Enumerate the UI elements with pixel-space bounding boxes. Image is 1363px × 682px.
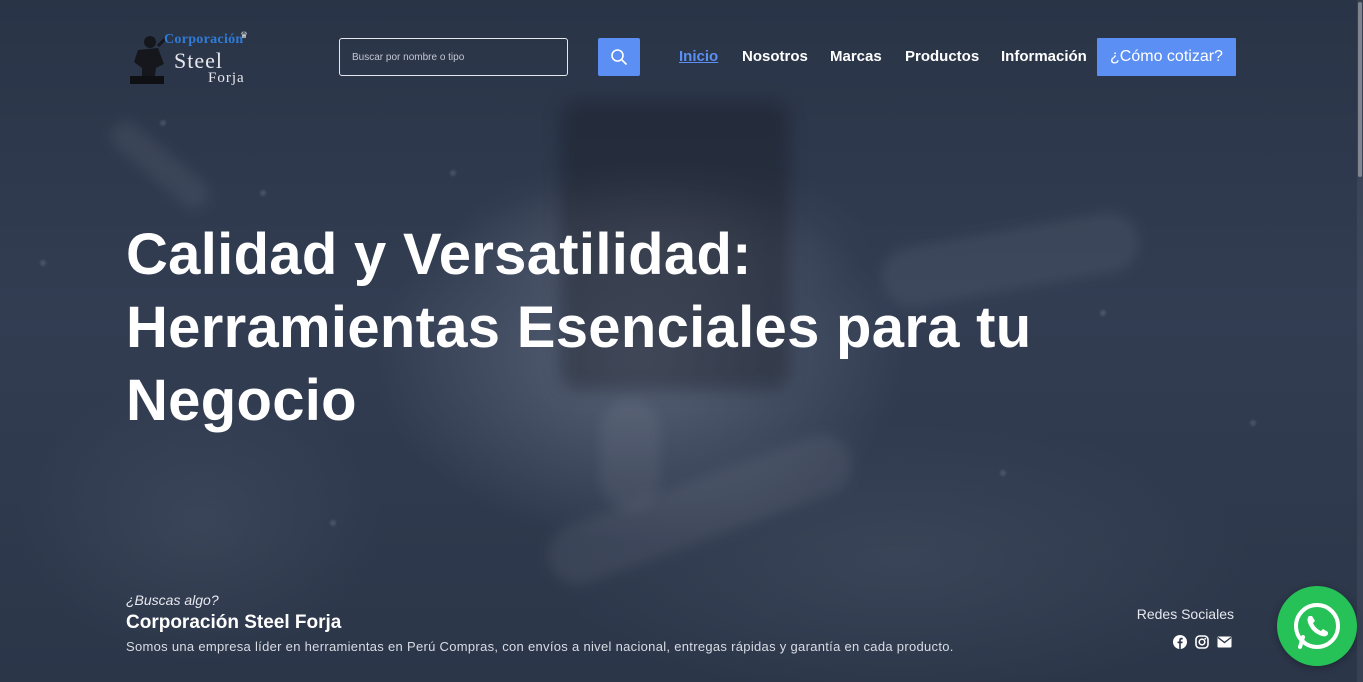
- como-cotizar-button[interactable]: ¿Cómo cotizar?: [1097, 38, 1236, 76]
- hero-title: Calidad y Versatilidad: Herramientas Ese…: [126, 218, 1126, 437]
- page-scrollbar[interactable]: [1357, 0, 1363, 682]
- mail-icon[interactable]: [1216, 634, 1232, 650]
- nav-link-marcas[interactable]: Marcas: [830, 48, 882, 65]
- top-header: ♛ Corporación Steel Forja Inicio Nosotro…: [0, 0, 1363, 110]
- facebook-icon[interactable]: [1172, 634, 1188, 650]
- search-button[interactable]: [598, 38, 640, 76]
- hero-title-line3: Negocio: [126, 368, 357, 433]
- logo-text-line3: Forja: [208, 70, 245, 86]
- company-logo[interactable]: ♛ Corporación Steel Forja: [128, 30, 260, 88]
- scrollbar-thumb[interactable]: [1358, 2, 1362, 177]
- instagram-icon[interactable]: [1194, 634, 1210, 650]
- hero-title-line1: Calidad y Versatilidad:: [126, 222, 752, 287]
- footer-description: Somos una empresa líder en herramientas …: [126, 639, 954, 654]
- search-input[interactable]: [339, 38, 568, 76]
- footer-question: ¿Buscas algo?: [126, 592, 219, 608]
- social-links: [1172, 634, 1232, 650]
- whatsapp-icon: [1294, 602, 1340, 650]
- nav-link-nosotros[interactable]: Nosotros: [742, 48, 808, 65]
- footer-company-name: Corporación Steel Forja: [126, 612, 342, 633]
- social-title: Redes Sociales: [1136, 606, 1234, 622]
- hero-title-line2: Herramientas Esenciales para tu: [126, 295, 1032, 360]
- footer-info: ¿Buscas algo? Corporación Steel Forja So…: [126, 592, 954, 654]
- nav-link-inicio[interactable]: Inicio: [679, 48, 718, 65]
- nav-link-productos[interactable]: Productos: [905, 48, 979, 65]
- search-icon: [611, 49, 627, 65]
- logo-text-line1: Corporación: [164, 32, 244, 47]
- nav-link-informacion[interactable]: Información: [1001, 48, 1087, 65]
- blacksmith-icon: [130, 36, 168, 84]
- whatsapp-button[interactable]: [1277, 586, 1357, 666]
